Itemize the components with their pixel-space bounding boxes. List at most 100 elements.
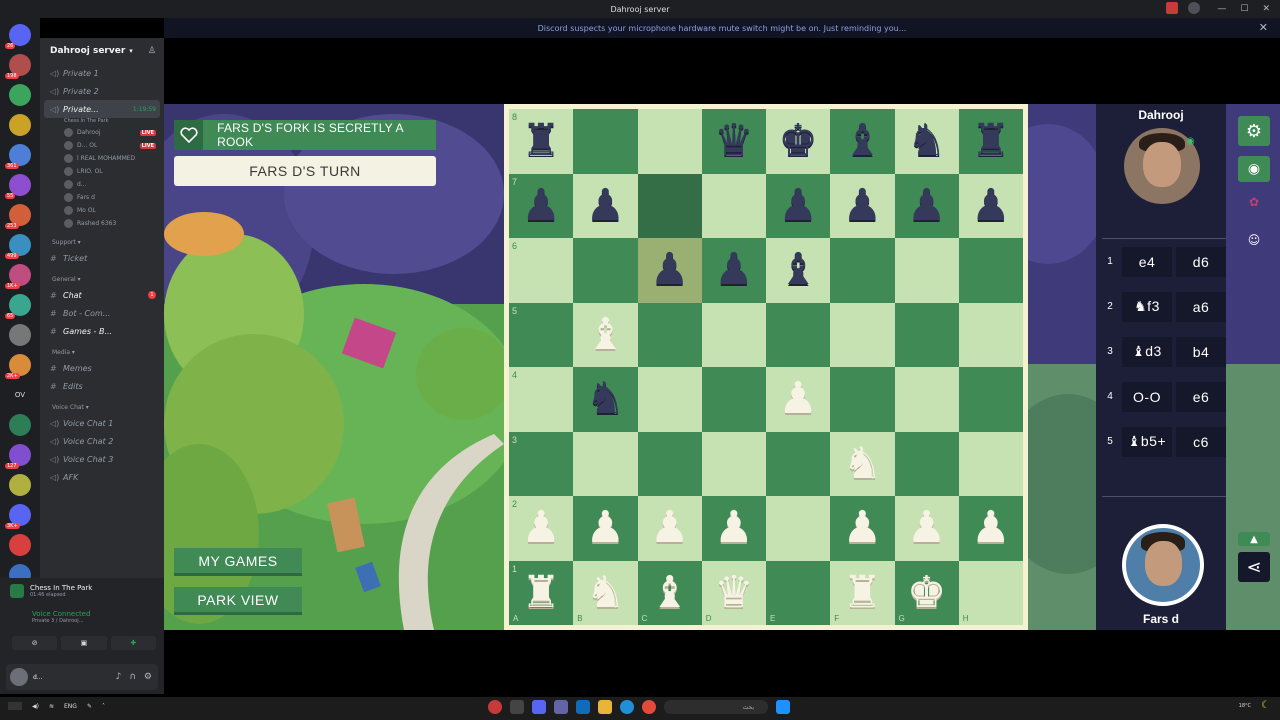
close-button[interactable]: ✕ xyxy=(1262,4,1270,14)
category-header[interactable]: Voice Chat ▾ xyxy=(40,400,164,414)
channel-item[interactable]: # Chat 1 xyxy=(40,286,164,304)
black-bishop-icon[interactable]: ♝ xyxy=(778,248,817,292)
server-icon[interactable]: 26 xyxy=(5,24,31,49)
black-pawn-icon[interactable]: ♟ xyxy=(521,183,560,228)
white-pawn-icon[interactable]: ♟ xyxy=(586,506,625,550)
black-knight-icon[interactable]: ♞ xyxy=(586,377,625,421)
channel-item[interactable]: # Memes xyxy=(40,359,164,377)
white-pawn-icon[interactable]: ♟ xyxy=(778,377,817,421)
square-g3[interactable] xyxy=(894,431,959,496)
square-a2[interactable]: 2 ♟ xyxy=(509,496,574,561)
channel-item[interactable]: # Edits xyxy=(40,377,164,395)
square-g5[interactable] xyxy=(894,302,959,367)
square-e6[interactable]: ♝ xyxy=(766,238,831,303)
search-input[interactable]: بحث xyxy=(664,700,768,714)
white-bishop-icon[interactable]: ♝ xyxy=(650,570,689,615)
voice-channel[interactable]: ◁) Private... 1:19:59 xyxy=(44,100,160,118)
square-e8[interactable]: ♚ xyxy=(766,109,831,174)
channel-item[interactable]: # Games - B... xyxy=(40,322,164,340)
square-e5[interactable] xyxy=(766,302,831,367)
server-icon[interactable]: 127 xyxy=(5,444,31,469)
square-c3[interactable] xyxy=(637,431,702,496)
square-b1[interactable]: B ♞ xyxy=(573,560,638,625)
white-pawn-icon[interactable]: ♟ xyxy=(971,506,1010,550)
square-c5[interactable] xyxy=(637,302,702,367)
black-pawn-icon[interactable]: ♟ xyxy=(843,183,882,228)
chrome-icon[interactable] xyxy=(642,700,656,714)
square-f5[interactable] xyxy=(830,302,895,367)
language-indicator[interactable]: ENG xyxy=(64,703,77,710)
square-e4[interactable]: ♟ xyxy=(766,367,831,432)
black-move[interactable]: c6 xyxy=(1176,426,1226,457)
channel-item[interactable]: ◁) Voice Chat 3 xyxy=(40,450,164,468)
spectator-avatar[interactable]: ✿ xyxy=(1238,190,1270,214)
black-pawn-icon[interactable]: ♟ xyxy=(907,183,946,228)
server-icon[interactable] xyxy=(9,324,31,346)
white-knight-icon[interactable]: ♞ xyxy=(586,570,625,615)
square-h2[interactable]: ♟ xyxy=(958,496,1023,561)
square-g6[interactable] xyxy=(894,238,959,303)
black-pawn-icon[interactable]: ♟ xyxy=(586,183,625,228)
square-f6[interactable] xyxy=(830,238,895,303)
square-g1[interactable]: G ♚ xyxy=(894,560,959,625)
square-h6[interactable] xyxy=(958,238,1023,303)
square-c8[interactable] xyxy=(637,109,702,174)
square-h7[interactable]: ♟ xyxy=(958,173,1023,238)
pen-icon[interactable]: ✎ xyxy=(87,703,92,710)
category-header[interactable]: Support ▾ xyxy=(40,235,164,249)
square-d8[interactable]: ♛ xyxy=(701,109,766,174)
server-icon[interactable] xyxy=(9,84,31,106)
black-bishop-icon[interactable]: ♝ xyxy=(843,119,882,163)
square-a7[interactable]: 7 ♟ xyxy=(509,173,574,238)
spectate-button[interactable]: ◉ xyxy=(1238,156,1270,182)
folder-icon[interactable] xyxy=(598,700,612,714)
square-b3[interactable] xyxy=(573,431,638,496)
voice-user[interactable]: Fars d xyxy=(40,191,164,204)
square-f3[interactable]: ♞ xyxy=(830,431,895,496)
my-games-button[interactable]: MY GAMES xyxy=(174,548,302,576)
white-bishop-icon[interactable]: ♝ xyxy=(586,312,625,357)
black-move[interactable]: d6 xyxy=(1176,246,1226,277)
square-c1[interactable]: C ♝ xyxy=(637,560,702,625)
speaker-icon[interactable]: ◀) xyxy=(32,703,39,710)
square-d3[interactable] xyxy=(701,431,766,496)
square-h1[interactable]: H xyxy=(958,560,1023,625)
player-avatar[interactable] xyxy=(1122,524,1204,606)
square-h3[interactable] xyxy=(958,431,1023,496)
white-move[interactable]: O-O xyxy=(1122,381,1172,412)
task-view-icon[interactable] xyxy=(510,700,524,714)
square-c7[interactable] xyxy=(637,173,702,238)
help-icon[interactable] xyxy=(1188,2,1200,14)
white-queen-icon[interactable]: ♛ xyxy=(714,570,753,615)
park-view-button[interactable]: PARK VIEW xyxy=(174,587,302,615)
channel-item[interactable]: ◁) AFK xyxy=(40,468,164,486)
black-rook-icon[interactable]: ♜ xyxy=(521,119,560,163)
square-d7[interactable] xyxy=(701,173,766,238)
server-icon[interactable]: 1K+ xyxy=(5,264,31,289)
discord-icon[interactable] xyxy=(532,700,546,714)
black-pawn-icon[interactable]: ♟ xyxy=(714,248,753,292)
share-button[interactable]: ⋖ xyxy=(1238,552,1270,582)
server-icon[interactable] xyxy=(9,114,31,136)
square-a6[interactable]: 6 xyxy=(509,238,574,303)
square-b8[interactable] xyxy=(573,109,638,174)
square-b6[interactable] xyxy=(573,238,638,303)
white-move[interactable]: ♝b5+ xyxy=(1122,426,1172,457)
square-c6[interactable]: ♟ xyxy=(637,238,702,303)
square-e3[interactable] xyxy=(766,431,831,496)
maximize-button[interactable]: ☐ xyxy=(1240,4,1248,14)
square-b7[interactable]: ♟ xyxy=(573,173,638,238)
wifi-icon[interactable]: ≋ xyxy=(49,703,54,710)
square-f2[interactable]: ♟ xyxy=(830,496,895,561)
activity-card[interactable]: Chess In The Park 01:46 elapsed xyxy=(10,580,154,602)
square-a3[interactable]: 3 xyxy=(509,431,574,496)
voice-user[interactable]: d... xyxy=(40,178,164,191)
square-d6[interactable]: ♟ xyxy=(701,238,766,303)
square-c2[interactable]: ♟ xyxy=(637,496,702,561)
voice-channel[interactable]: ◁) Private 2 xyxy=(40,82,164,100)
edge-icon[interactable] xyxy=(620,700,634,714)
voice-user[interactable]: D... OL LIVE xyxy=(40,139,164,152)
screen-share-button[interactable]: ▣ xyxy=(61,636,107,650)
square-b4[interactable]: ♞ xyxy=(573,367,638,432)
voice-user[interactable]: Mo OL xyxy=(40,204,164,217)
